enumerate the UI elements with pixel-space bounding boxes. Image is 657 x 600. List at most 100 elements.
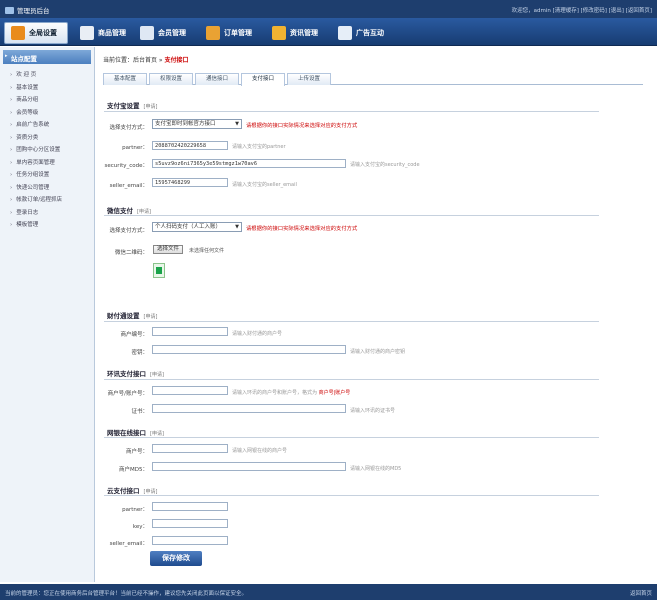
huanxun-cert-label: 证书： bbox=[131, 409, 148, 415]
top-bar: 管理员后台 欢迎您，admin [清理缓存] [修改密码] [退出] [返回首页… bbox=[0, 0, 657, 18]
nav-goods[interactable]: 商品管理 bbox=[74, 22, 132, 44]
hint-format: 商户号|账户号 bbox=[318, 390, 351, 396]
netbank-key-hint: 请输入网银在线的MD5 bbox=[350, 466, 402, 472]
tab-bar: 基本配置 权限设置 通信接口 支付接口 上传设置 bbox=[103, 73, 643, 86]
sidebar-item[interactable]: 商品分组 bbox=[10, 95, 94, 108]
apply-link[interactable]: [申请] bbox=[144, 104, 158, 110]
top-links[interactable]: 欢迎您，admin [清理缓存] [修改密码] [退出] [返回首页] bbox=[512, 6, 652, 14]
divider bbox=[104, 379, 599, 380]
section-title-text: 微信支付 bbox=[107, 207, 133, 215]
sidebar-title: 站点配置 bbox=[11, 55, 37, 63]
wechat-method-select[interactable]: 个人扫码支付（人工入账） ▼ bbox=[152, 222, 242, 232]
huanxun-section-title: 环讯支付接口 [申请] bbox=[107, 368, 164, 378]
breadcrumb-prefix: 当前位置：后台首页 » bbox=[103, 57, 163, 64]
divider bbox=[104, 321, 599, 322]
alipay-partner-hint: 请输入支付宝的partner bbox=[232, 144, 286, 150]
tenpay-key-input[interactable] bbox=[152, 345, 346, 354]
sidebar-item[interactable]: 帐款订单/远程抓店 bbox=[10, 195, 94, 208]
sidebar-menu: 欢 迎 页 基本设置 商品分组 会员等级 启前广告系统 资质分类 团购中心分区设… bbox=[0, 64, 94, 233]
nav-news[interactable]: 资讯管理 bbox=[266, 22, 324, 44]
qr-thumbnail bbox=[153, 263, 165, 278]
choose-file-button[interactable]: 选择文件 bbox=[153, 245, 184, 254]
cloudpay-email-input[interactable] bbox=[152, 536, 228, 545]
alipay-code-hint: 请输入支付宝的security_code bbox=[350, 162, 420, 168]
alipay-email-hint: 请输入支付宝的seller_email bbox=[232, 182, 297, 188]
sidebar-item[interactable]: 单内容页面管理 bbox=[10, 158, 94, 171]
apply-link[interactable]: [申请] bbox=[150, 372, 164, 378]
section-title-text: 财付通设置 bbox=[107, 312, 140, 320]
footer-home-link[interactable]: 返回首页 bbox=[630, 589, 652, 597]
tab-permission[interactable]: 权限设置 bbox=[149, 73, 193, 85]
nav-orders[interactable]: 订单管理 bbox=[200, 22, 258, 44]
sidebar-item[interactable]: 快递公司管理 bbox=[10, 183, 94, 196]
tenpay-user-input[interactable] bbox=[152, 327, 228, 336]
orders-icon bbox=[206, 26, 220, 40]
sidebar-item[interactable]: 团购中心分区设置 bbox=[10, 145, 94, 158]
wechat-method-label: 选择支付方式： bbox=[109, 228, 148, 234]
cloudpay-key-label: key： bbox=[132, 524, 148, 530]
section-title-text: 支付宝设置 bbox=[107, 102, 140, 110]
tenpay-user-label: 商户编号： bbox=[120, 332, 148, 338]
chevron-icon: ▸ bbox=[5, 53, 8, 59]
tenpay-key-hint: 请输入财付通的商户密钥 bbox=[350, 349, 406, 355]
logo-icon bbox=[5, 6, 14, 14]
footer: 当前的管理员：您正在使用商务后台管理平台！当前已经不操作，建议您先关闭此页面以保… bbox=[0, 584, 657, 600]
alipay-partner-input[interactable]: 2088702420229658 bbox=[152, 141, 228, 150]
nav-label: 广告互动 bbox=[356, 29, 384, 37]
apply-link[interactable]: [申请] bbox=[144, 314, 158, 320]
sidebar-header[interactable]: ▸ 站点配置 bbox=[3, 50, 91, 64]
breadcrumb-current: 支付接口 bbox=[164, 57, 189, 64]
cloudpay-partner-input[interactable] bbox=[152, 502, 228, 511]
nav-members[interactable]: 会员管理 bbox=[134, 22, 192, 44]
tab-payment[interactable]: 支付接口 bbox=[241, 73, 285, 86]
select-value: 支付宝即时到帐官方接口 bbox=[155, 121, 216, 127]
nav-global-settings[interactable]: 全局设置 bbox=[4, 22, 68, 44]
huanxun-id-hint: 请输入环讯的商户号和账户号，格式为 商户号|账户号 bbox=[232, 389, 350, 396]
alipay-code-input[interactable]: s5uvz9oz6ni7365y3e59stmgz1w70av6 bbox=[152, 159, 346, 168]
sidebar: ▸ 站点配置 欢 迎 页 基本设置 商品分组 会员等级 启前广告系统 资质分类 … bbox=[0, 47, 95, 582]
sidebar-item[interactable]: 登录日志 bbox=[10, 208, 94, 221]
sidebar-item[interactable]: 启前广告系统 bbox=[10, 120, 94, 133]
house-icon bbox=[11, 26, 25, 40]
divider bbox=[104, 495, 599, 496]
huanxun-id-input[interactable] bbox=[152, 386, 228, 395]
sidebar-item[interactable]: 模板管理 bbox=[10, 220, 94, 233]
alipay-method-select[interactable]: 支付宝即时到帐官方接口 ▼ bbox=[152, 119, 242, 129]
goods-icon bbox=[80, 26, 94, 40]
alipay-method-label: 选择支付方式： bbox=[109, 125, 148, 131]
hint-text: 请输入环讯的商户号和账户号，格式为 bbox=[232, 390, 318, 396]
sidebar-item[interactable]: 会员等级 bbox=[10, 108, 94, 121]
chevron-down-icon: ▼ bbox=[235, 121, 239, 127]
nav-label: 资讯管理 bbox=[290, 29, 318, 37]
tab-upload[interactable]: 上传设置 bbox=[287, 73, 331, 85]
netbank-section-title: 网银在线接口 [申请] bbox=[107, 427, 164, 437]
huanxun-cert-input[interactable] bbox=[152, 404, 346, 413]
nav-ads[interactable]: 广告互动 bbox=[332, 22, 390, 44]
sidebar-item[interactable]: 资质分类 bbox=[10, 133, 94, 146]
save-button[interactable]: 保存修改 bbox=[150, 551, 202, 566]
netbank-key-input[interactable] bbox=[152, 462, 346, 471]
huanxun-cert-hint: 请输入环讯的证书号 bbox=[350, 408, 396, 414]
divider bbox=[104, 437, 599, 438]
sidebar-item[interactable]: 基本设置 bbox=[10, 83, 94, 96]
section-title-text: 环讯支付接口 bbox=[107, 370, 146, 378]
netbank-id-input[interactable] bbox=[152, 444, 228, 453]
members-icon bbox=[140, 26, 154, 40]
cloudpay-email-label: seller_email： bbox=[109, 541, 148, 547]
sidebar-item[interactable]: 欢 迎 页 bbox=[10, 70, 94, 83]
nav-label: 商品管理 bbox=[98, 29, 126, 37]
cloudpay-key-input[interactable] bbox=[152, 519, 228, 528]
wechat-section-title: 微信支付 [申请] bbox=[107, 205, 151, 215]
breadcrumb: 当前位置：后台首页 » 支付接口 bbox=[103, 55, 189, 64]
sidebar-item[interactable]: 任务分组设置 bbox=[10, 170, 94, 183]
netbank-id-label: 商户号： bbox=[125, 449, 148, 455]
section-title-text: 网银在线接口 bbox=[107, 429, 146, 437]
huanxun-id-label: 商户号/账户号： bbox=[107, 391, 148, 397]
alipay-email-input[interactable]: 15957468299 bbox=[152, 178, 228, 187]
alipay-section-title: 支付宝设置 [申请] bbox=[107, 100, 157, 110]
tab-basic[interactable]: 基本配置 bbox=[103, 73, 147, 85]
divider bbox=[104, 215, 599, 216]
tab-comm[interactable]: 通信接口 bbox=[195, 73, 239, 85]
cloudpay-section-title: 云支付接口 [申请] bbox=[107, 485, 157, 495]
main-nav: 全局设置 商品管理 会员管理 订单管理 资讯管理 广告互动 bbox=[0, 18, 657, 46]
